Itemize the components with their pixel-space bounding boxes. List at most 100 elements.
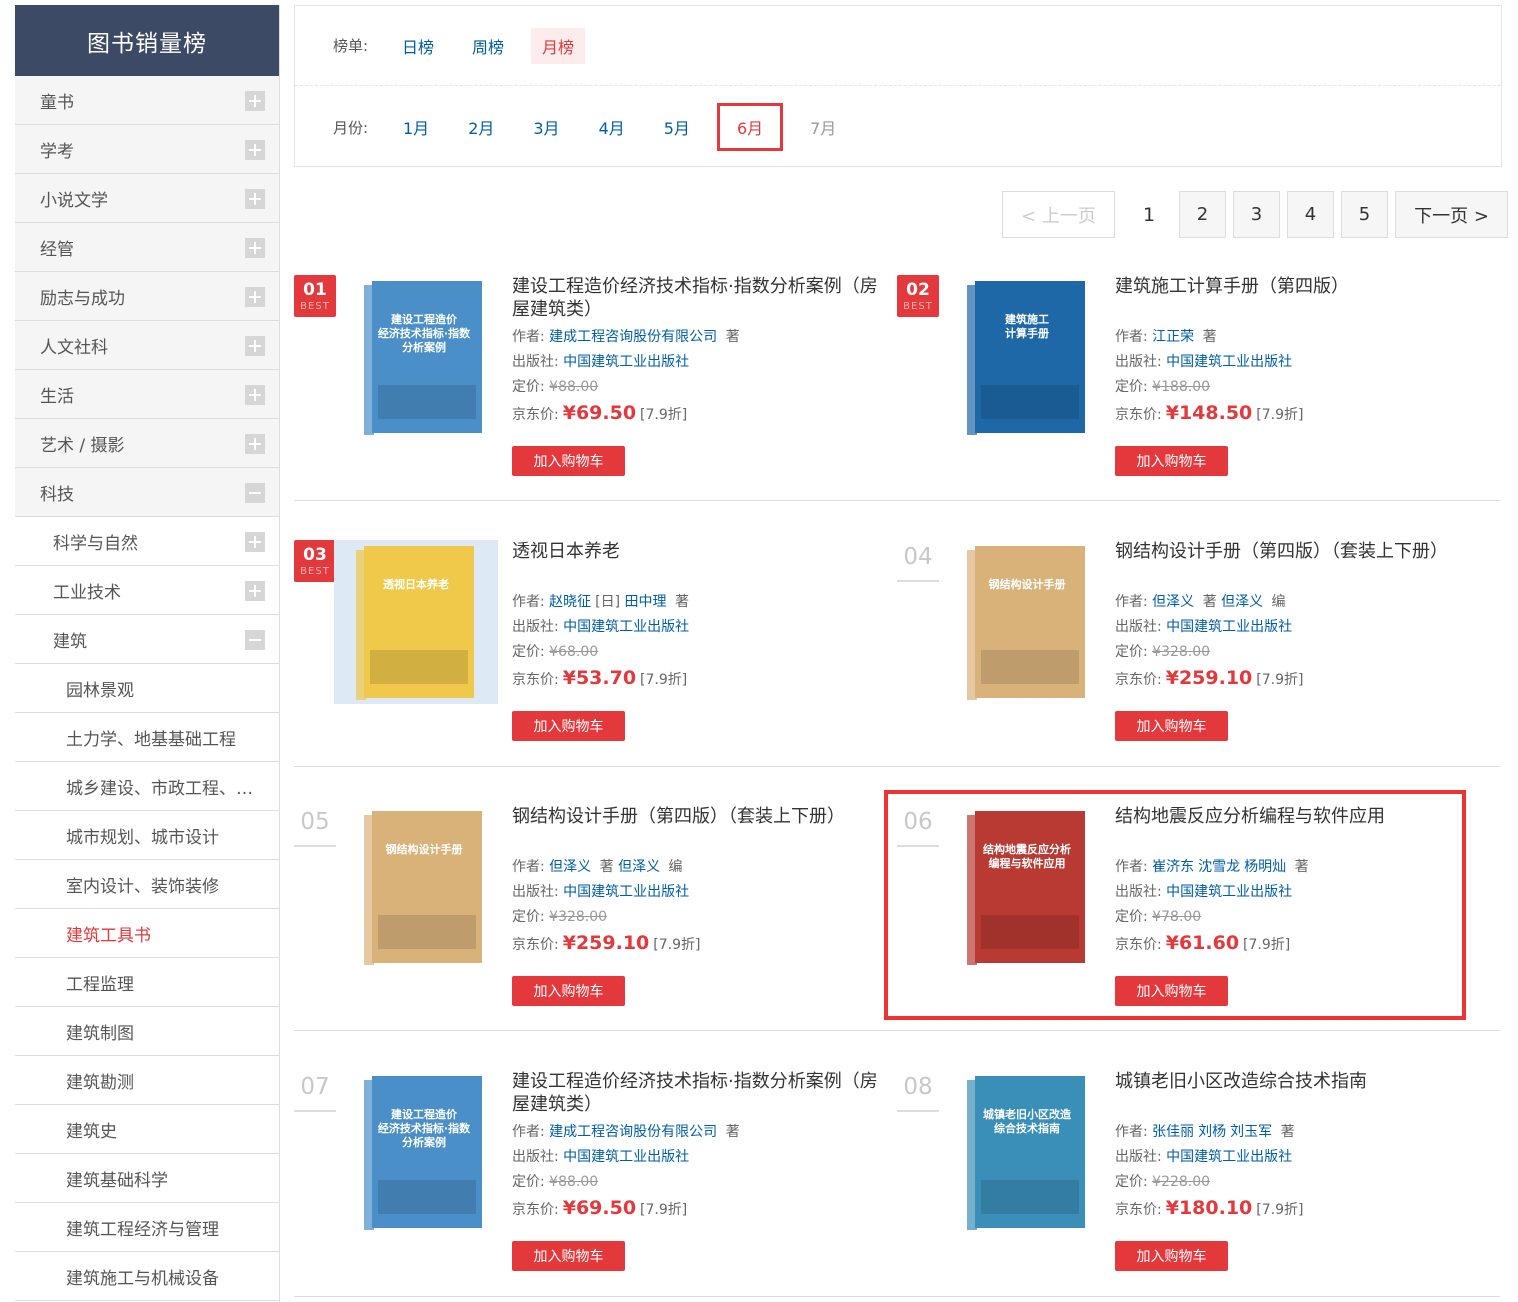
add-to-cart-button[interactable]: 加入购物车 <box>1115 446 1228 476</box>
expand-icon[interactable] <box>245 532 265 552</box>
author-role: 著 <box>1276 1124 1295 1140</box>
expand-icon[interactable] <box>245 189 265 209</box>
sidebar-item[interactable]: 建筑 <box>15 615 279 664</box>
collapse-icon[interactable] <box>245 483 265 503</box>
publisher-link[interactable]: 中国建筑工业出版社 <box>1166 1149 1292 1165</box>
month-option[interactable]: 5月 <box>652 109 702 145</box>
expand-icon[interactable] <box>245 581 265 601</box>
book-cover-image[interactable]: 透视日本养老 <box>334 540 498 704</box>
sidebar-item[interactable]: 艺术 / 摄影 <box>15 419 279 468</box>
product-title[interactable]: 钢结构设计手册（第四版）（套装上下册） <box>1115 540 1485 590</box>
author-link[interactable]: 建成工程咨询股份有限公司 <box>549 1124 717 1140</box>
sidebar-item[interactable]: 建筑基础科学 <box>15 1154 279 1203</box>
book-cover-image[interactable]: 建设工程造价 经济技术指标·指数 分析案例 <box>342 1070 506 1234</box>
sidebar-item[interactable]: 工程监理 <box>15 958 279 1007</box>
expand-icon[interactable] <box>245 434 265 454</box>
product-card: 01 BEST 建设工程造价 经济技术指标·指数 分析案例 建设工程造价经济技术指标·… <box>294 275 884 515</box>
sidebar-item[interactable]: 小说文学 <box>15 174 279 223</box>
sidebar-item[interactable]: 人文社科 <box>15 321 279 370</box>
book-cover-image[interactable]: 钢结构设计手册 <box>945 540 1109 704</box>
expand-icon[interactable] <box>245 238 265 258</box>
publisher-link[interactable]: 中国建筑工业出版社 <box>563 884 689 900</box>
product-title[interactable]: 透视日本养老 <box>512 540 882 590</box>
month-option[interactable]: 1月 <box>391 109 441 145</box>
publisher-link[interactable]: 中国建筑工业出版社 <box>563 619 689 635</box>
sidebar-item[interactable]: 建筑工具书 <box>15 909 279 958</box>
product-title[interactable]: 钢结构设计手册（第四版）（套装上下册） <box>512 805 882 855</box>
product-title[interactable]: 建设工程造价经济技术指标·指数分析案例（房屋建筑类） <box>512 275 882 325</box>
discount: [7.9折] <box>640 407 688 423</box>
author-link[interactable]: 但泽义 <box>1152 594 1194 610</box>
list-type-option[interactable]: 月榜 <box>531 27 586 64</box>
publisher-link[interactable]: 中国建筑工业出版社 <box>1166 619 1292 635</box>
add-to-cart-button[interactable]: 加入购物车 <box>512 1241 625 1271</box>
page-4-button[interactable]: 4 <box>1287 191 1334 238</box>
prev-page-button[interactable]: < 上一页 <box>1002 191 1115 238</box>
add-to-cart-button[interactable]: 加入购物车 <box>1115 711 1228 741</box>
sidebar-item[interactable]: 建筑工程经济与管理 <box>15 1203 279 1252</box>
sidebar-item[interactable]: 工业技术 <box>15 566 279 615</box>
sidebar-item[interactable]: 科技 <box>15 468 279 517</box>
next-page-button[interactable]: 下一页 > <box>1395 191 1508 238</box>
list-type-option[interactable]: 日榜 <box>391 28 445 64</box>
sidebar-item[interactable]: 城市规划、城市设计 <box>15 811 279 860</box>
sidebar-item[interactable]: 建筑施工与机械设备 <box>15 1252 279 1301</box>
product-title[interactable]: 城镇老旧小区改造综合技术指南 <box>1115 1070 1485 1120</box>
author-label: 作者: <box>1115 1124 1153 1140</box>
publisher-link[interactable]: 中国建筑工业出版社 <box>563 354 689 370</box>
author-link[interactable]: 赵晓征 <box>549 594 591 610</box>
book-cover-image[interactable]: 城镇老旧小区改造 综合技术指南 <box>945 1070 1109 1234</box>
author-link[interactable]: 张佳丽 <box>1152 1124 1194 1140</box>
add-to-cart-button[interactable]: 加入购物车 <box>512 976 625 1006</box>
book-cover-image[interactable]: 建筑施工 计算手册 <box>945 275 1109 439</box>
collapse-icon[interactable] <box>245 630 265 650</box>
page-5-button[interactable]: 5 <box>1341 191 1388 238</box>
publisher-link[interactable]: 中国建筑工业出版社 <box>563 1149 689 1165</box>
list-type-option[interactable]: 周榜 <box>461 28 515 64</box>
author-link[interactable]: 江正荣 <box>1152 329 1194 345</box>
author-link[interactable]: 刘杨 <box>1198 1124 1226 1140</box>
add-to-cart-button[interactable]: 加入购物车 <box>1115 1241 1228 1271</box>
sidebar-item[interactable]: 城乡建设、市政工程、… <box>15 762 279 811</box>
month-option[interactable]: 2月 <box>456 109 506 145</box>
sidebar-item[interactable]: 科学与自然 <box>15 517 279 566</box>
sidebar-item[interactable]: 室内设计、装饰装修 <box>15 860 279 909</box>
author-link[interactable]: 刘玉军 <box>1230 1124 1272 1140</box>
sidebar-item[interactable]: 童书 <box>15 76 279 125</box>
sidebar-item[interactable]: 励志与成功 <box>15 272 279 321</box>
page-2-button[interactable]: 2 <box>1179 191 1226 238</box>
book-cover-image[interactable]: 钢结构设计手册 <box>342 805 506 969</box>
author-link[interactable]: 建成工程咨询股份有限公司 <box>549 329 717 345</box>
author-link[interactable]: 田中理 <box>625 594 667 610</box>
book-cover-image[interactable]: 建设工程造价 经济技术指标·指数 分析案例 <box>342 275 506 439</box>
sidebar-item[interactable]: 学考 <box>15 125 279 174</box>
sidebar-item[interactable]: 建筑制图 <box>15 1007 279 1056</box>
list-price-label: 定价: <box>512 644 550 660</box>
expand-icon[interactable] <box>245 140 265 160</box>
author-link[interactable]: 但泽义 <box>549 859 591 875</box>
sidebar-item[interactable]: 园林景观 <box>15 664 279 713</box>
add-to-cart-button[interactable]: 加入购物车 <box>512 446 625 476</box>
sidebar-item[interactable]: 建筑勘测 <box>15 1056 279 1105</box>
jd-price: ¥259.10 <box>1165 667 1253 689</box>
editor-link[interactable]: 但泽义 <box>1221 594 1263 610</box>
month-option[interactable]: 4月 <box>587 109 637 145</box>
sidebar-item[interactable]: 建筑史 <box>15 1105 279 1154</box>
sidebar-item[interactable]: 土力学、地基基础工程 <box>15 713 279 762</box>
product-title[interactable]: 建设工程造价经济技术指标·指数分析案例（房屋建筑类） <box>512 1070 882 1120</box>
page-3-button[interactable]: 3 <box>1233 191 1280 238</box>
sidebar-item[interactable]: 生活 <box>15 370 279 419</box>
expand-icon[interactable] <box>245 336 265 356</box>
month-option[interactable]: 7月 <box>798 109 848 145</box>
expand-icon[interactable] <box>245 91 265 111</box>
sidebar-item[interactable]: 经管 <box>15 223 279 272</box>
product-title[interactable]: 建筑施工计算手册（第四版） <box>1115 275 1485 325</box>
expand-icon[interactable] <box>245 287 265 307</box>
month-option[interactable]: 3月 <box>521 109 571 145</box>
add-to-cart-button[interactable]: 加入购物车 <box>512 711 625 741</box>
product-card: 08 城镇老旧小区改造 综合技术指南 城镇老旧小区改造综合技术指南 作者: 张佳丽刘… <box>897 1070 1487 1302</box>
editor-link[interactable]: 但泽义 <box>618 859 660 875</box>
publisher-link[interactable]: 中国建筑工业出版社 <box>1166 354 1292 370</box>
expand-icon[interactable] <box>245 385 265 405</box>
month-option[interactable]: 6月 <box>716 103 784 151</box>
